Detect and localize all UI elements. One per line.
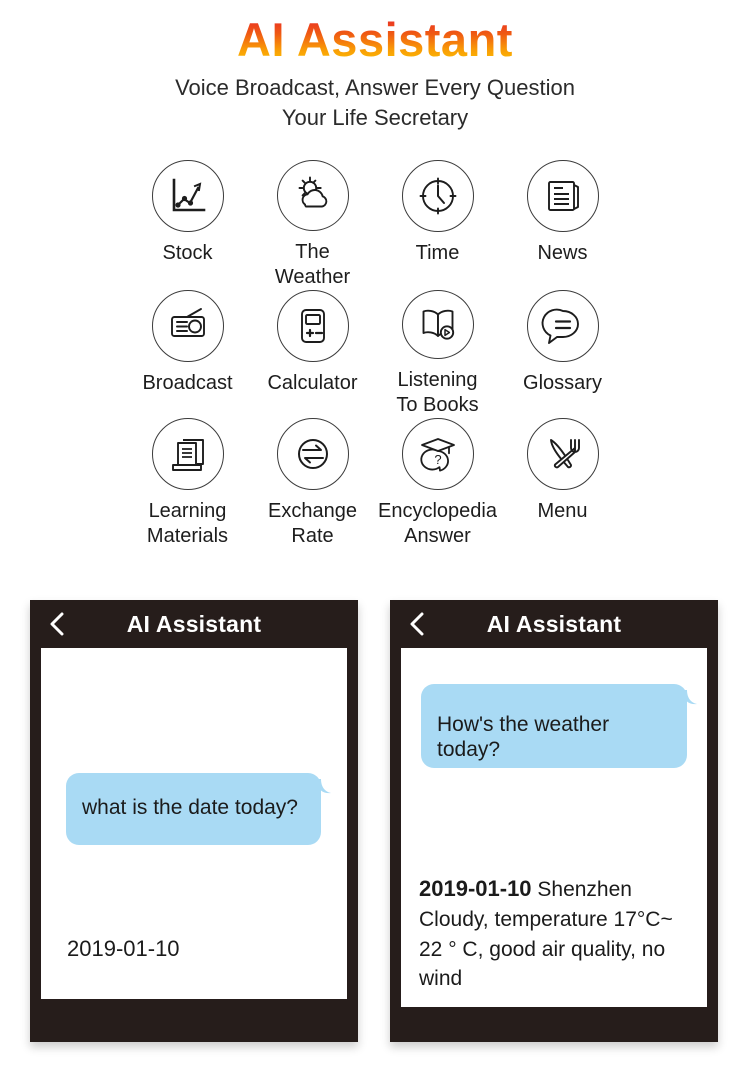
chat-bubble-user: How's the weather today?	[421, 684, 697, 768]
answer-line-2: Cloudy, temperature 17°C~	[419, 907, 673, 931]
feature-label: Learning Materials	[146, 500, 229, 548]
phone-mockup-left: AI Assistant what is the date today? 201…	[30, 600, 358, 1042]
documents-icon	[151, 418, 224, 490]
feature-label: Listening To Books	[396, 368, 479, 416]
subtitle-line-2: Your Life Secretary	[281, 104, 469, 130]
feature-grid: Stock The Weather Time News Broadcast Ca…	[125, 160, 625, 558]
feature-label: Encyclopedia Answer	[378, 500, 497, 548]
fork-knife-icon	[526, 418, 599, 490]
feature-label: Stock	[162, 242, 213, 264]
calculator-icon	[276, 290, 349, 362]
feature-item-time[interactable]: Time	[375, 160, 500, 290]
chat-screen: How's the weather today? 2019-01-10 Shen…	[401, 648, 707, 1007]
feature-item-listening-to-books[interactable]: Listening To Books	[375, 290, 500, 418]
hero-header: AI Assistant Voice Broadcast, Answer Eve…	[0, 0, 750, 133]
page-title: AI Assistant	[0, 14, 750, 66]
chat-bubble-user: what is the date today?	[66, 773, 331, 845]
feature-item-news[interactable]: News	[500, 160, 625, 290]
back-chevron-icon[interactable]	[48, 611, 66, 637]
bubble-tail-icon	[682, 690, 698, 712]
graduation-question-icon: ?	[401, 418, 474, 490]
book-play-icon	[401, 290, 474, 359]
feature-label: Glossary	[523, 372, 602, 394]
feature-row: Learning Materials Exchange Rate ? Encyc…	[125, 418, 625, 558]
assistant-answer: 2019-01-10	[67, 936, 180, 961]
phone-title-bar: AI Assistant	[390, 600, 718, 648]
feature-item-stock[interactable]: Stock	[125, 160, 250, 290]
phone-title: AI Assistant	[126, 610, 262, 637]
answer-date: 2019-01-10	[419, 876, 532, 901]
chat-screen: what is the date today? 2019-01-10	[41, 648, 347, 999]
feature-label: Calculator	[267, 372, 358, 394]
feature-item-glossary[interactable]: Glossary	[500, 290, 625, 418]
phone-title: AI Assistant	[486, 610, 622, 637]
speech-bubble-equals-icon	[526, 290, 599, 362]
feature-item-the-weather[interactable]: The Weather	[250, 160, 375, 290]
newspaper-icon	[526, 160, 599, 232]
chat-bubble-text: what is the date today?	[82, 796, 298, 819]
feature-row: Stock The Weather Time News	[125, 160, 625, 290]
answer-line-3: 22 ° C, good air quality, no wind	[419, 937, 666, 991]
feature-label: The Weather	[274, 240, 351, 288]
stock-chart-icon	[151, 160, 224, 232]
back-chevron-icon[interactable]	[408, 611, 426, 637]
feature-label: Exchange Rate	[268, 500, 357, 548]
feature-item-calculator[interactable]: Calculator	[250, 290, 375, 418]
feature-item-broadcast[interactable]: Broadcast	[125, 290, 250, 418]
feature-item-menu[interactable]: Menu	[500, 418, 625, 558]
feature-item-exchange-rate[interactable]: Exchange Rate	[250, 418, 375, 558]
page-subtitle: Voice Broadcast, Answer Every Question Y…	[0, 73, 750, 133]
radio-icon	[151, 290, 224, 362]
sun-cloud-icon	[276, 160, 349, 231]
feature-label: News	[537, 242, 588, 264]
feature-item-encyclopedia-answer[interactable]: ? Encyclopedia Answer	[375, 418, 500, 558]
feature-label: Menu	[537, 500, 588, 522]
assistant-answer: 2019-01-10 Shenzhen Cloudy, temperature …	[419, 873, 707, 994]
feature-label: Broadcast	[142, 372, 233, 394]
phone-mockup-right: AI Assistant How's the weather today? 20…	[390, 600, 718, 1042]
clock-icon	[401, 160, 474, 232]
subtitle-line-1: Voice Broadcast, Answer Every Question	[175, 74, 575, 100]
answer-line-1: 2019-01-10 Shenzhen	[419, 873, 707, 905]
svg-text:?: ?	[434, 452, 441, 467]
phone-title-bar: AI Assistant	[30, 600, 358, 648]
exchange-arrows-icon	[276, 418, 349, 490]
bubble-tail-icon	[316, 779, 332, 801]
chat-bubble-text: How's the weather today?	[437, 713, 610, 762]
answer-location: Shenzhen	[531, 878, 632, 901]
feature-label: Time	[415, 242, 460, 264]
feature-item-learning-materials[interactable]: Learning Materials	[125, 418, 250, 558]
feature-row: Broadcast Calculator Listening To Books …	[125, 290, 625, 418]
